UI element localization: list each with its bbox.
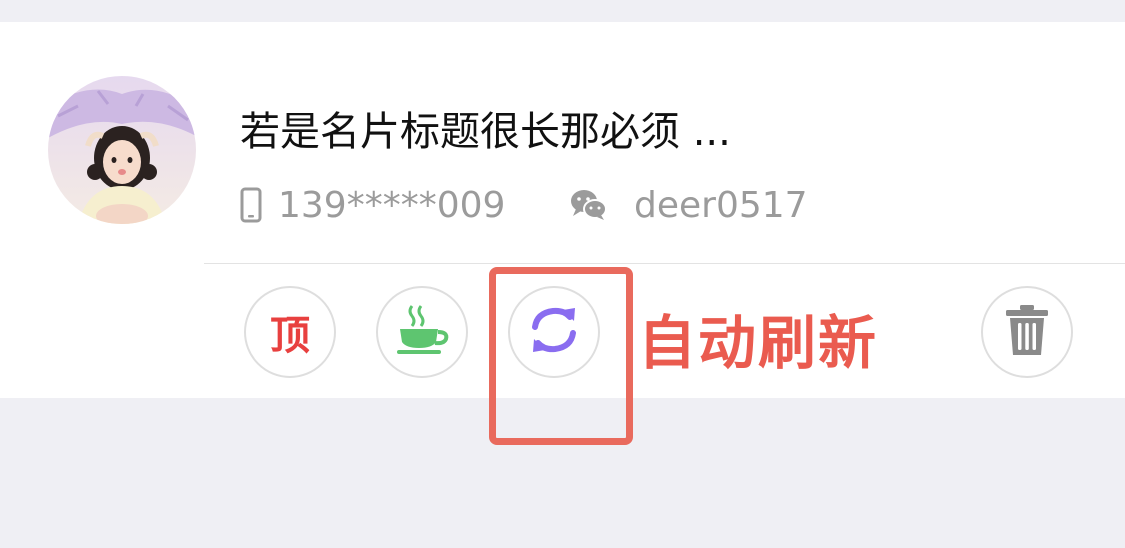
pin-top-button[interactable]: 顶: [244, 286, 336, 378]
card-title: 若是名片标题很长那必须 ...: [240, 109, 731, 155]
wechat-id: deer0517: [634, 184, 808, 226]
pin-top-label: 顶: [270, 313, 310, 359]
avatar-photo-icon: [48, 76, 196, 224]
tea-cup-icon: [394, 304, 450, 360]
avatar[interactable]: [48, 76, 196, 224]
phone-number: 139*****009: [278, 184, 506, 226]
delete-button[interactable]: [981, 286, 1073, 378]
divider: [204, 263, 1125, 264]
mobile-phone-icon: [240, 187, 262, 223]
highlight-box: [489, 267, 633, 445]
wechat-icon: [570, 189, 608, 221]
phone-info: 139*****009: [240, 182, 505, 228]
trash-icon: [1005, 304, 1049, 360]
business-card[interactable]: 若是名片标题很长那必须 ... 139*****009 deer0517 顶 自…: [0, 22, 1125, 445]
wechat-info: deer0517: [570, 182, 808, 228]
tea-button[interactable]: [376, 286, 468, 378]
auto-refresh-annotation: 自动刷新: [638, 309, 879, 377]
